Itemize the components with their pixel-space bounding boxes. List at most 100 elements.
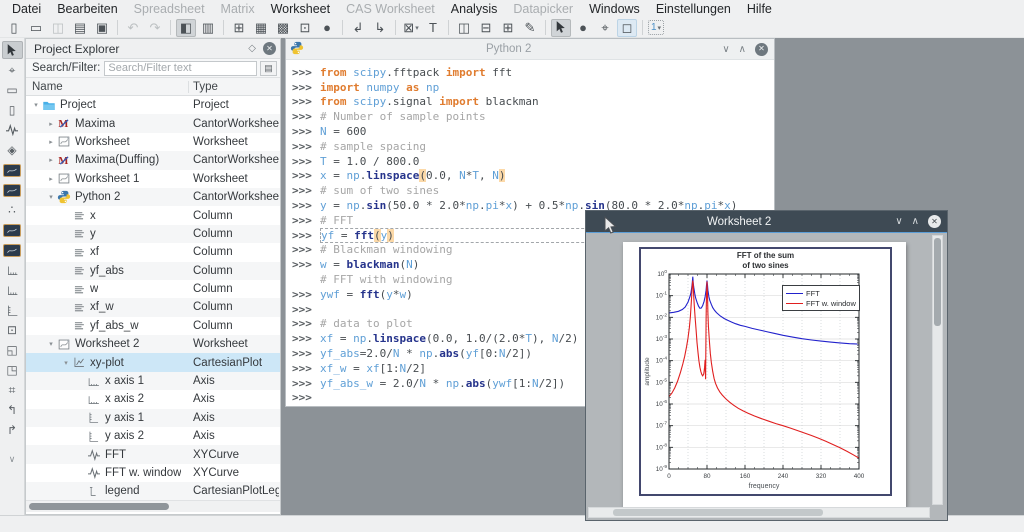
export-file-icon[interactable]: ↳ [370,19,390,37]
layout-vertical-icon[interactable]: ◫ [454,19,474,37]
tree-row-worksheet-2[interactable]: ▾Worksheet 2Worksheet [26,335,280,353]
move-right-tool-icon[interactable]: ↱ [2,421,23,439]
tree-row-x-axis-1[interactable]: x axis 1Axis [26,372,280,390]
tree-row-worksheet-1[interactable]: ▸Worksheet 1Worksheet [26,170,280,188]
tree-row-project[interactable]: ▾ProjectProject [26,96,280,114]
menu-analysis[interactable]: Analysis [443,1,506,17]
tree-row-y-axis-2[interactable]: y axis 2Axis [26,427,280,445]
expander-icon[interactable]: ▾ [46,193,56,201]
minimize-icon[interactable]: ∨ [895,216,902,227]
menu-datei[interactable]: Datei [4,1,49,17]
menu-hilfe[interactable]: Hilfe [739,1,780,17]
layout-grid-icon[interactable]: ⊞ [498,19,518,37]
new-plot-icon[interactable]: ⊠▾ [401,19,421,37]
import-file-icon[interactable]: ↲ [348,19,368,37]
menu-worksheet[interactable]: Worksheet [263,1,339,17]
axis-left-tool-icon[interactable] [2,301,23,319]
tree-row-x-axis-2[interactable]: x axis 2Axis [26,390,280,408]
tree-row-maxima[interactable]: ▸MMaximaCantorWorksheet [26,114,280,132]
close-panel-icon[interactable]: ✕ [263,42,276,55]
new-worksheet-icon[interactable]: ⊡ [295,19,315,37]
properties-explorer-toggle-icon[interactable]: ▥ [198,19,218,37]
tree-row-xf-w[interactable]: xf_wColumn [26,298,280,316]
edit-mode-icon[interactable]: ✎ [520,19,540,37]
scrollbar-thumb[interactable] [29,503,169,510]
open-folder-icon[interactable]: ▭ [26,19,46,37]
rotate-3d-tool-icon[interactable]: ◈ [2,141,23,159]
close-icon[interactable]: ✕ [928,215,941,228]
filter-options-button[interactable]: ▤ [260,61,277,76]
expander-icon[interactable]: ▸ [46,175,56,183]
search-filter-input[interactable] [104,61,257,76]
layout-horizontal-icon[interactable]: ⊟ [476,19,496,37]
plot-template-3-icon[interactable] [2,221,23,239]
scrollbar-thumb[interactable] [934,238,941,326]
expander-icon[interactable]: ▸ [46,138,56,146]
scrollbar-thumb[interactable] [613,509,823,516]
tree-row-x[interactable]: xColumn [26,206,280,224]
column-header-type[interactable]: Type [189,81,280,93]
zoom-select-tool-icon[interactable]: ⌖ [2,61,23,79]
expander-icon[interactable]: ▾ [61,359,71,367]
tree-row-y-axis-1[interactable]: y axis 1Axis [26,409,280,427]
tree-row-legend[interactable]: legendCartesianPlotLege... [26,482,280,500]
tree-row-w[interactable]: wColumn [26,280,280,298]
tree-row-maxima-duffing-[interactable]: ▸MMaxima(Duffing)CantorWorksheet [26,151,280,169]
axis-corner-tool-icon[interactable] [2,261,23,279]
tree-row-python-2[interactable]: ▾Python 2CantorWorksheet [26,188,280,206]
detach-panel-icon[interactable]: ◇ [248,43,256,54]
worksheet-titlebar[interactable]: Worksheet 2 ∨ ∧ ✕ [586,211,947,233]
print-preview-icon[interactable]: ▣ [92,19,112,37]
tree-row-worksheet[interactable]: ▸WorksheetWorksheet [26,133,280,151]
tree-row-fft[interactable]: FFTXYCurve [26,445,280,463]
plot-template-1-icon[interactable] [2,161,23,179]
plot-legend[interactable]: FFTFFT w. window [782,285,860,311]
tree-row-fft-w-window[interactable]: FFT w. windowXYCurve [26,464,280,482]
axis-bottom-tool-icon[interactable] [2,281,23,299]
tree-row-yf-abs-w[interactable]: yf_abs_wColumn [26,317,280,335]
zoom-region-tool-2-icon[interactable]: ◳ [2,361,23,379]
print-icon[interactable]: ▤ [70,19,90,37]
expander-icon[interactable]: ▸ [46,120,56,128]
grid-select-tool-icon[interactable]: ⌗ [2,381,23,399]
expander-icon[interactable]: ▸ [46,156,56,164]
new-workbook-icon[interactable]: ⊞ [229,19,249,37]
expander-icon[interactable]: ▾ [31,101,41,109]
new-spreadsheet-icon[interactable]: ▦ [251,19,271,37]
minimize-icon[interactable]: ∨ [722,44,729,55]
explorer-horizontal-scrollbar[interactable] [26,500,280,512]
cursor-arrow-tool-icon[interactable] [2,41,23,59]
zoom-fit-mode-icon[interactable]: ◻ [617,19,637,37]
plot-template-2-icon[interactable] [2,181,23,199]
text-label-icon[interactable]: T [423,19,443,37]
move-left-tool-icon[interactable]: ↰ [2,401,23,419]
menu-einstellungen[interactable]: Einstellungen [648,1,739,17]
console-titlebar[interactable]: Python 2 ∨ ∧ ✕ [286,39,774,59]
tree-row-yf-abs[interactable]: yf_absColumn [26,262,280,280]
worksheet-view[interactable]: 10010-110-210-310-410-510-610-710-810-90… [586,233,947,520]
zoom-select-mode-icon[interactable]: ⌖ [595,19,615,37]
tree-row-xf[interactable]: xfColumn [26,243,280,261]
zoom-in-tool-icon[interactable]: ⊡ [2,321,23,339]
close-icon[interactable]: ✕ [755,43,768,56]
menu-windows[interactable]: Windows [581,1,648,17]
plot-template-4-icon[interactable] [2,241,23,259]
toolbar-overflow-chevron-icon[interactable]: ∨ [9,454,16,465]
tree-row-xy-plot[interactable]: ▾xy-plotCartesianPlot [26,353,280,371]
navigate-mode-icon[interactable]: ● [573,19,593,37]
worksheet-horizontal-scrollbar[interactable] [588,507,930,518]
worksheet-vertical-scrollbar[interactable] [932,235,943,505]
new-matrix-icon[interactable]: ▩ [273,19,293,37]
presenter-mode-icon[interactable]: 1▾ [648,20,664,35]
cartesian-plot[interactable]: 10010-110-210-310-410-510-610-710-810-90… [639,247,892,496]
worksheet-page[interactable]: 10010-110-210-310-410-510-610-710-810-90… [623,242,906,507]
maximize-icon[interactable]: ∧ [739,44,746,55]
menu-bearbeiten[interactable]: Bearbeiten [49,1,125,17]
xy-curve-tool-icon[interactable] [2,121,23,139]
maximize-icon[interactable]: ∧ [912,216,919,227]
new-document-icon[interactable]: ▯ [4,19,24,37]
project-explorer-toggle-icon[interactable]: ◧ [176,19,196,37]
select-mode-icon[interactable] [551,19,571,37]
resize-v-tool-icon[interactable]: ▯ [2,101,23,119]
scatter-tool-icon[interactable]: ∴ [2,201,23,219]
